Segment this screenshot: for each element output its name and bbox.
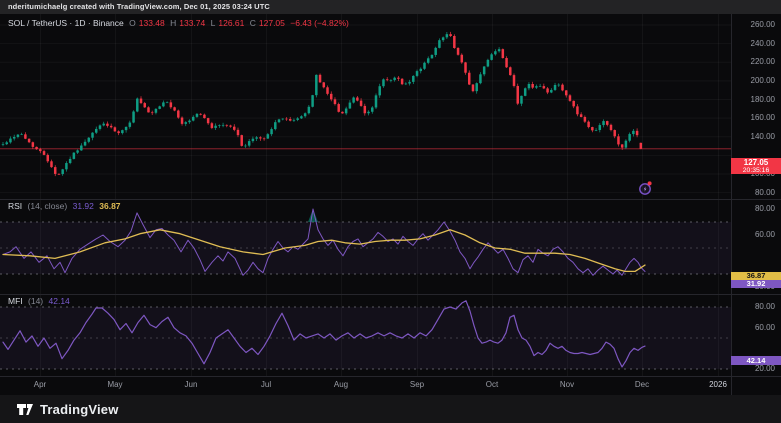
mfi-value: 42.14 (49, 296, 70, 306)
rsi-params: (14, close) (28, 201, 68, 211)
rsi-axis-label: 80.00 (755, 204, 775, 213)
time-tick-oct: Oct (486, 380, 498, 389)
price-axis-label: 200.00 (751, 76, 775, 85)
mfi-indicator-legend[interactable]: MFI (14) 42.14 (8, 296, 73, 306)
mfi-axis-label: 60.00 (755, 323, 775, 332)
open-value: 133.48 (139, 18, 165, 28)
price-axis[interactable]: 127.05 20:35:16 36.87 31.92 42.14 260.00… (731, 14, 781, 395)
rsi-value: 31.92 (73, 201, 94, 211)
time-tick-2026: 2026 (709, 380, 727, 389)
mfi-params: (14) (28, 296, 43, 306)
chart-canvas[interactable] (0, 0, 781, 423)
chart-timer-icon[interactable] (637, 180, 653, 196)
low-label: L (211, 18, 216, 28)
price-axis-label: 140.00 (751, 132, 775, 141)
time-tick-aug: Aug (334, 380, 348, 389)
last-price-value: 127.05 (731, 159, 781, 167)
mfi-value-badge: 42.14 (731, 356, 781, 365)
tradingview-logo-text: TradingView (40, 402, 119, 417)
last-price-badge: 127.05 20:35:16 (731, 158, 781, 174)
time-tick-dec: Dec (635, 380, 649, 389)
time-tick-jul: Jul (261, 380, 271, 389)
tradingview-logo-icon (16, 400, 34, 418)
mfi-axis-label: 20.00 (755, 364, 775, 373)
price-axis-label: 220.00 (751, 57, 775, 66)
notification-dot (648, 181, 652, 185)
time-tick-may: May (107, 380, 122, 389)
open-label: O (129, 18, 136, 28)
low-value: 126.61 (218, 18, 244, 28)
bar-countdown: 20:35:16 (731, 167, 781, 174)
time-tick-nov: Nov (560, 380, 574, 389)
mfi-axis-label: 80.00 (755, 302, 775, 311)
close-value: 127.05 (259, 18, 285, 28)
mfi-title[interactable]: MFI (8, 296, 23, 306)
symbol-title[interactable]: SOL / TetherUS · 1D · Binance (8, 18, 124, 28)
change-value: −6.43 (−4.82%) (290, 18, 349, 28)
time-tick-apr: Apr (34, 380, 46, 389)
time-tick-sep: Sep (410, 380, 424, 389)
price-axis-label: 80.00 (755, 188, 775, 197)
price-axis-label: 180.00 (751, 95, 775, 104)
time-tick-jun: Jun (185, 380, 198, 389)
rsi-axis-label: 60.00 (755, 230, 775, 239)
price-axis-label: 260.00 (751, 20, 775, 29)
symbol-legend[interactable]: SOL / TetherUS · 1D · Binance O133.48 H1… (8, 18, 352, 28)
price-axis-label: 240.00 (751, 39, 775, 48)
close-label: C (250, 18, 256, 28)
price-axis-label: 160.00 (751, 113, 775, 122)
rsi-value-badge: 31.92 (731, 280, 781, 288)
rsi-ma-value: 36.87 (99, 201, 120, 211)
rsi-title[interactable]: RSI (8, 201, 22, 211)
rsi-indicator-legend[interactable]: RSI (14, close) 31.92 36.87 (8, 201, 124, 211)
footer-bar: TradingView (0, 395, 781, 423)
high-label: H (170, 18, 176, 28)
tradingview-chart-window: nderitumichaelg created with TradingView… (0, 0, 781, 423)
high-value: 133.74 (179, 18, 205, 28)
time-axis[interactable]: Apr May Jun Jul Aug Sep Oct Nov Dec 2026 (0, 376, 781, 395)
tradingview-logo[interactable]: TradingView (16, 400, 119, 418)
